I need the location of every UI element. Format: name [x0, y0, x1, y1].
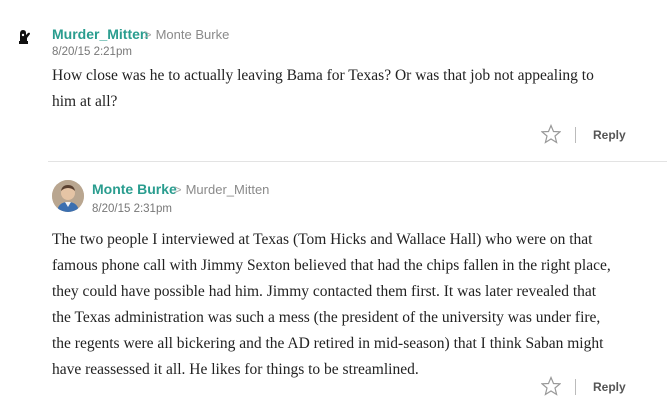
- comment-line: the Texas administration was such a mess…: [52, 309, 601, 326]
- chevron-right-icon: >: [144, 27, 152, 42]
- reply-to-name: Monte Burke: [155, 27, 230, 42]
- comment: Murder_Mitten > Monte Burke 8/20/15 2:21p…: [0, 0, 667, 160]
- comment-body: The two people I interviewed at Texas (T…: [52, 227, 664, 383]
- comment-line: The two people I interviewed at Texas (T…: [52, 231, 593, 248]
- action-bar: Reply: [540, 375, 651, 398]
- comment-line: famous phone call with Jimmy Sexton beli…: [52, 257, 611, 274]
- mitten-icon: [14, 26, 34, 46]
- reply-to[interactable]: > Monte Burke: [144, 27, 229, 42]
- comment-line: him at all?: [52, 93, 118, 110]
- divider: [575, 379, 576, 395]
- comment-line: they could have possible had him. Jimmy …: [52, 283, 597, 300]
- reply-to[interactable]: > Murder_Mitten: [174, 182, 269, 197]
- star-icon[interactable]: [540, 123, 562, 144]
- timestamp[interactable]: 8/20/15 2:21pm: [52, 46, 132, 58]
- avatar[interactable]: [52, 180, 84, 212]
- reply-to-name: Murder_Mitten: [185, 182, 270, 197]
- comment-line: the regents were all bickering and the A…: [52, 335, 604, 352]
- star-icon[interactable]: [540, 375, 562, 396]
- reply-button[interactable]: Reply: [593, 128, 626, 142]
- chevron-right-icon: >: [174, 182, 182, 197]
- comment-line: How close was he to actually leaving Bam…: [52, 67, 594, 84]
- author-name[interactable]: Monte Burke: [92, 181, 177, 197]
- action-bar: Reply: [540, 123, 651, 146]
- reply-button[interactable]: Reply: [593, 380, 626, 394]
- divider: [575, 127, 576, 143]
- timestamp[interactable]: 8/20/15 2:31pm: [92, 203, 172, 215]
- author-name[interactable]: Murder_Mitten: [52, 26, 148, 42]
- comment: Monte Burke > Murder_Mitten 8/20/15 2:31p…: [0, 162, 667, 407]
- comment-body: How close was he to actually leaving Bam…: [52, 63, 652, 115]
